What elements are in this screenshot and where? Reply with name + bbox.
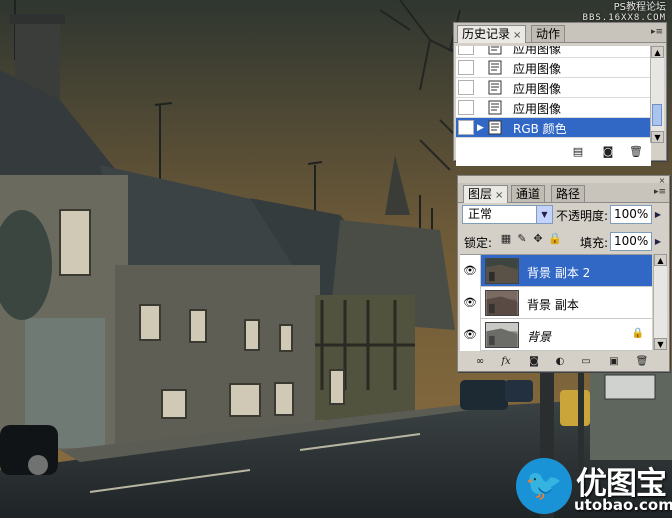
tab-actions[interactable]: 动作: [531, 25, 566, 42]
history-panel: ▴ 历史记录 × 动作 ▸≡ 应用图像 应用图像 应用图像 应用图像 ▶ RGB…: [453, 15, 667, 166]
history-source-checkbox[interactable]: [458, 46, 474, 55]
lock-icon: 🔒: [631, 328, 644, 339]
folder-icon[interactable]: ▭: [578, 356, 594, 368]
history-item[interactable]: 应用图像: [456, 46, 651, 58]
tab-history[interactable]: 历史记录 ×: [457, 25, 527, 43]
adjustment-icon[interactable]: ◐: [552, 356, 568, 368]
layers-scrollbar[interactable]: ▲ ▼: [653, 254, 667, 350]
history-state-icon: [488, 80, 502, 95]
scroll-up-icon[interactable]: ▲: [654, 254, 667, 266]
chevron-down-icon[interactable]: ▼: [536, 206, 552, 223]
tab-channels[interactable]: 通道: [511, 185, 546, 202]
lock-label: 锁定:: [464, 236, 493, 250]
history-tab-bar: 历史记录 × 动作 ▸≡: [454, 23, 666, 43]
layers-tab-bar: 图层 × 通道 路径 ▸≡: [458, 183, 669, 203]
history-source-checkbox[interactable]: [458, 60, 474, 75]
bird-icon: 🐦: [516, 458, 572, 514]
history-item-label: 应用图像: [513, 46, 562, 56]
opacity-label: 不透明度:: [556, 209, 609, 223]
history-item[interactable]: 应用图像: [456, 98, 651, 118]
new-document-from-state-icon[interactable]: ▤: [571, 146, 585, 158]
history-item[interactable]: 应用图像: [456, 78, 651, 98]
layer-thumbnail: [485, 290, 519, 316]
scroll-thumb[interactable]: [652, 104, 662, 126]
fill-label: 填充:: [580, 236, 609, 250]
lock-position-move-icon[interactable]: ✥: [532, 233, 544, 245]
history-item-label: 应用图像: [513, 102, 562, 116]
history-item-selected[interactable]: ▶ RGB 颜色: [456, 118, 651, 138]
fill-slider-toggle-icon[interactable]: ▶: [652, 233, 664, 250]
history-item-label: 应用图像: [513, 82, 562, 96]
eye-visibility-icon[interactable]: 👁: [462, 263, 478, 279]
history-item-label: RGB 颜色: [513, 122, 567, 136]
lock-image-pixels-brush-icon[interactable]: ✎: [516, 233, 528, 245]
tab-paths[interactable]: 路径: [551, 185, 586, 202]
history-source-checkbox[interactable]: [458, 100, 474, 115]
logo-brand-en: utobao.com: [574, 496, 672, 514]
layer-row[interactable]: 👁 背景 🔒: [460, 319, 652, 351]
new-layer-icon[interactable]: ▣: [606, 356, 622, 368]
layer-thumbnail: [485, 322, 519, 348]
utobao-logo: 🐦 优图宝 utobao.com: [516, 458, 672, 516]
history-state-icon: [488, 46, 502, 55]
history-state-pointer-icon: ▶: [477, 123, 484, 133]
fill-input[interactable]: 100%: [610, 232, 652, 251]
fill-value: 100%: [614, 234, 649, 248]
tab-channels-label: 通道: [516, 187, 541, 201]
history-item[interactable]: 应用图像: [456, 58, 651, 78]
layer-row[interactable]: 👁 背景 副本: [460, 287, 652, 319]
tab-layers[interactable]: 图层 ×: [463, 185, 509, 203]
history-scrollbar[interactable]: ▲ ▼: [650, 46, 664, 143]
opacity-slider-toggle-icon[interactable]: ▶: [652, 206, 664, 223]
layer-name: 背景 副本: [527, 298, 579, 312]
layers-list: 👁 背景 副本 2 👁 背景 副本 👁 背景 🔒: [460, 254, 652, 351]
layer-name: 背景 副本 2: [527, 266, 591, 280]
history-item-label: 应用图像: [513, 62, 562, 76]
history-source-checkbox[interactable]: [458, 120, 474, 135]
opacity-input[interactable]: 100%: [610, 205, 652, 224]
opacity-value: 100%: [614, 207, 649, 221]
history-source-checkbox[interactable]: [458, 80, 474, 95]
history-list: 应用图像 应用图像 应用图像 应用图像 ▶ RGB 颜色: [456, 46, 651, 166]
lock-all-icon[interactable]: 🔒: [548, 233, 562, 245]
layers-panel: × 图层 × 通道 路径 ▸≡ 正常 ▼ 不透明度: 100% ▶ 锁定: ▦ ✎…: [457, 175, 670, 372]
eye-visibility-icon[interactable]: 👁: [462, 327, 478, 343]
scroll-up-icon[interactable]: ▲: [651, 46, 664, 58]
tab-actions-label: 动作: [536, 27, 561, 41]
history-state-icon: [488, 60, 502, 75]
scroll-down-icon[interactable]: ▼: [654, 338, 667, 350]
blend-mode-select[interactable]: 正常 ▼: [462, 205, 553, 224]
watermark-line1: PS教程论坛: [613, 2, 666, 13]
layer-name: 背景: [527, 330, 552, 344]
flyout-menu-icon[interactable]: ▸≡: [650, 26, 664, 38]
scroll-down-icon[interactable]: ▼: [651, 131, 664, 143]
flyout-menu-icon[interactable]: ▸≡: [653, 186, 667, 198]
trash-icon[interactable]: 🗑: [634, 356, 650, 368]
tab-paths-label: 路径: [556, 187, 581, 201]
blend-mode-value: 正常: [468, 207, 493, 221]
link-icon[interactable]: ∞: [472, 356, 488, 368]
tab-history-label: 历史记录: [462, 27, 511, 41]
lock-transparent-pixels-icon[interactable]: ▦: [500, 233, 512, 245]
layer-row-selected[interactable]: 👁 背景 副本 2: [460, 255, 652, 287]
history-state-icon: [488, 100, 502, 115]
close-icon[interactable]: ×: [495, 190, 503, 201]
panel-collapse-icon[interactable]: ▴: [654, 15, 664, 23]
mask-icon[interactable]: ◙: [526, 356, 542, 368]
history-state-icon: [488, 120, 502, 135]
camera-snapshot-icon[interactable]: ◙: [601, 146, 615, 158]
fx-icon[interactable]: fx: [498, 356, 514, 368]
layer-thumbnail: [485, 258, 519, 284]
tab-layers-label: 图层: [468, 187, 493, 201]
eye-visibility-icon[interactable]: 👁: [462, 295, 478, 311]
close-icon[interactable]: ×: [513, 30, 521, 41]
trash-icon[interactable]: 🗑: [629, 146, 643, 158]
